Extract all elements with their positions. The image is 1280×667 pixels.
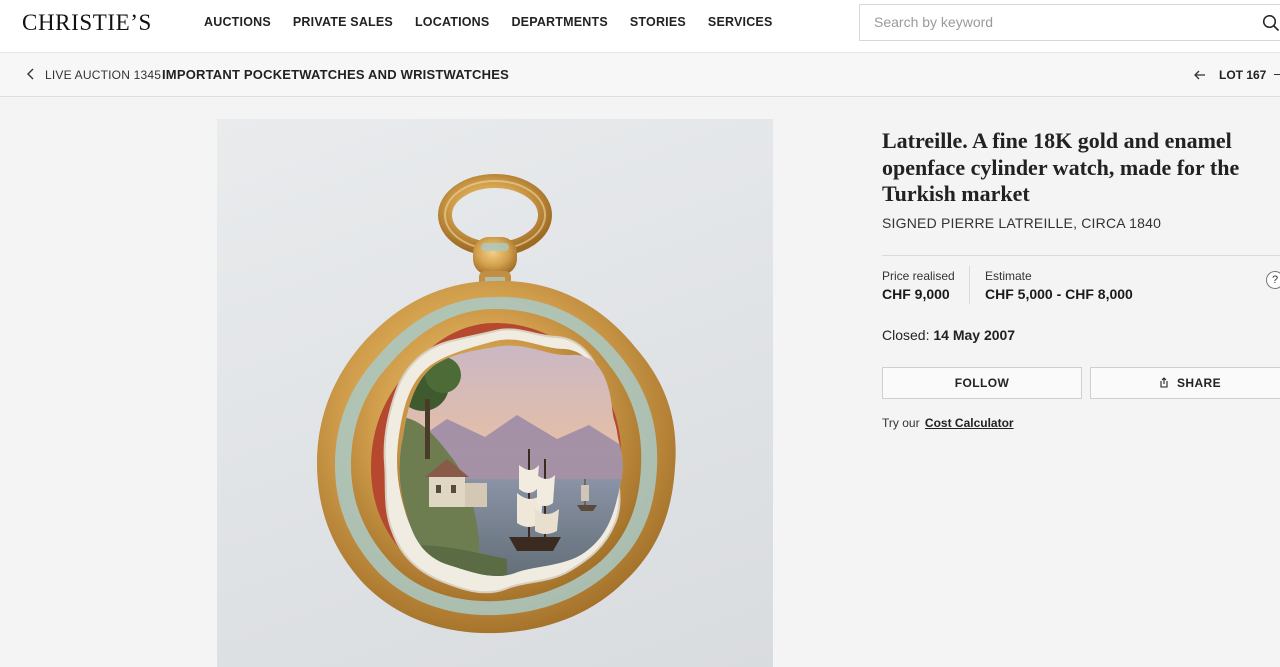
share-label: SHARE xyxy=(1176,376,1221,390)
lot-title: Latreille. A fine 18K gold and enamel op… xyxy=(882,128,1240,206)
try-text: Try our xyxy=(882,416,920,430)
follow-button[interactable]: FOLLOW xyxy=(882,367,1082,399)
nav-private-sales[interactable]: PRIVATE SALES xyxy=(293,15,393,29)
closed-date: Closed: 14 May 2007 xyxy=(882,327,1015,343)
search-input[interactable] xyxy=(874,14,1234,30)
question-icon[interactable]: ? xyxy=(1266,271,1280,289)
christies-logo[interactable]: CHRISTIE’S xyxy=(22,10,152,36)
estimate-value: CHF 5,000 - CHF 8,000 xyxy=(985,286,1133,302)
follow-label: FOLLOW xyxy=(954,376,1010,390)
share-icon xyxy=(1160,377,1168,388)
nav-locations[interactable]: LOCATIONS xyxy=(415,15,489,29)
nav-stories[interactable]: STORIES xyxy=(630,15,686,29)
lot-number: LOT 167 xyxy=(1219,68,1267,82)
search-icon[interactable] xyxy=(1262,14,1280,32)
top-navigation-bar: CHRISTIE’S AUCTIONS PRIVATE SALES LOCATI… xyxy=(0,0,1280,53)
price-realised-label: Price realised xyxy=(882,269,955,283)
price-divider xyxy=(969,266,970,304)
arrow-right-icon[interactable] xyxy=(1274,74,1280,75)
cost-calculator-prompt: Try our Cost Calculator xyxy=(882,416,1014,430)
nav-services[interactable]: SERVICES xyxy=(708,15,773,29)
breadcrumb-sale-title[interactable]: IMPORTANT POCKETWATCHES AND WRISTWATCHES xyxy=(162,67,509,82)
search-box xyxy=(859,4,1280,41)
cost-calculator-link[interactable]: Cost Calculator xyxy=(925,416,1014,430)
nav-auctions[interactable]: AUCTIONS xyxy=(204,15,271,29)
pocketwatch-image xyxy=(317,174,676,634)
main-nav: AUCTIONS PRIVATE SALES LOCATIONS DEPARTM… xyxy=(204,15,795,29)
estimate-label: Estimate xyxy=(985,269,1032,283)
lot-subtitle: SIGNED PIERRE LATREILLE, CIRCA 1840 xyxy=(882,215,1162,231)
chevron-left-icon[interactable] xyxy=(24,67,38,81)
lot-image[interactable] xyxy=(217,119,773,667)
closed-value: 14 May 2007 xyxy=(933,327,1016,343)
breadcrumb-bar: LIVE AUCTION 1345 IMPORTANT POCKETWATCHE… xyxy=(0,53,1280,97)
price-realised-value: CHF 9,000 xyxy=(882,286,950,302)
share-button[interactable]: SHARE xyxy=(1090,367,1280,399)
breadcrumb-auction-link[interactable]: LIVE AUCTION 1345 xyxy=(45,68,161,82)
arrow-left-icon[interactable] xyxy=(1193,68,1207,82)
closed-label: Closed: xyxy=(882,327,930,343)
divider xyxy=(882,255,1280,256)
nav-departments[interactable]: DEPARTMENTS xyxy=(511,15,607,29)
